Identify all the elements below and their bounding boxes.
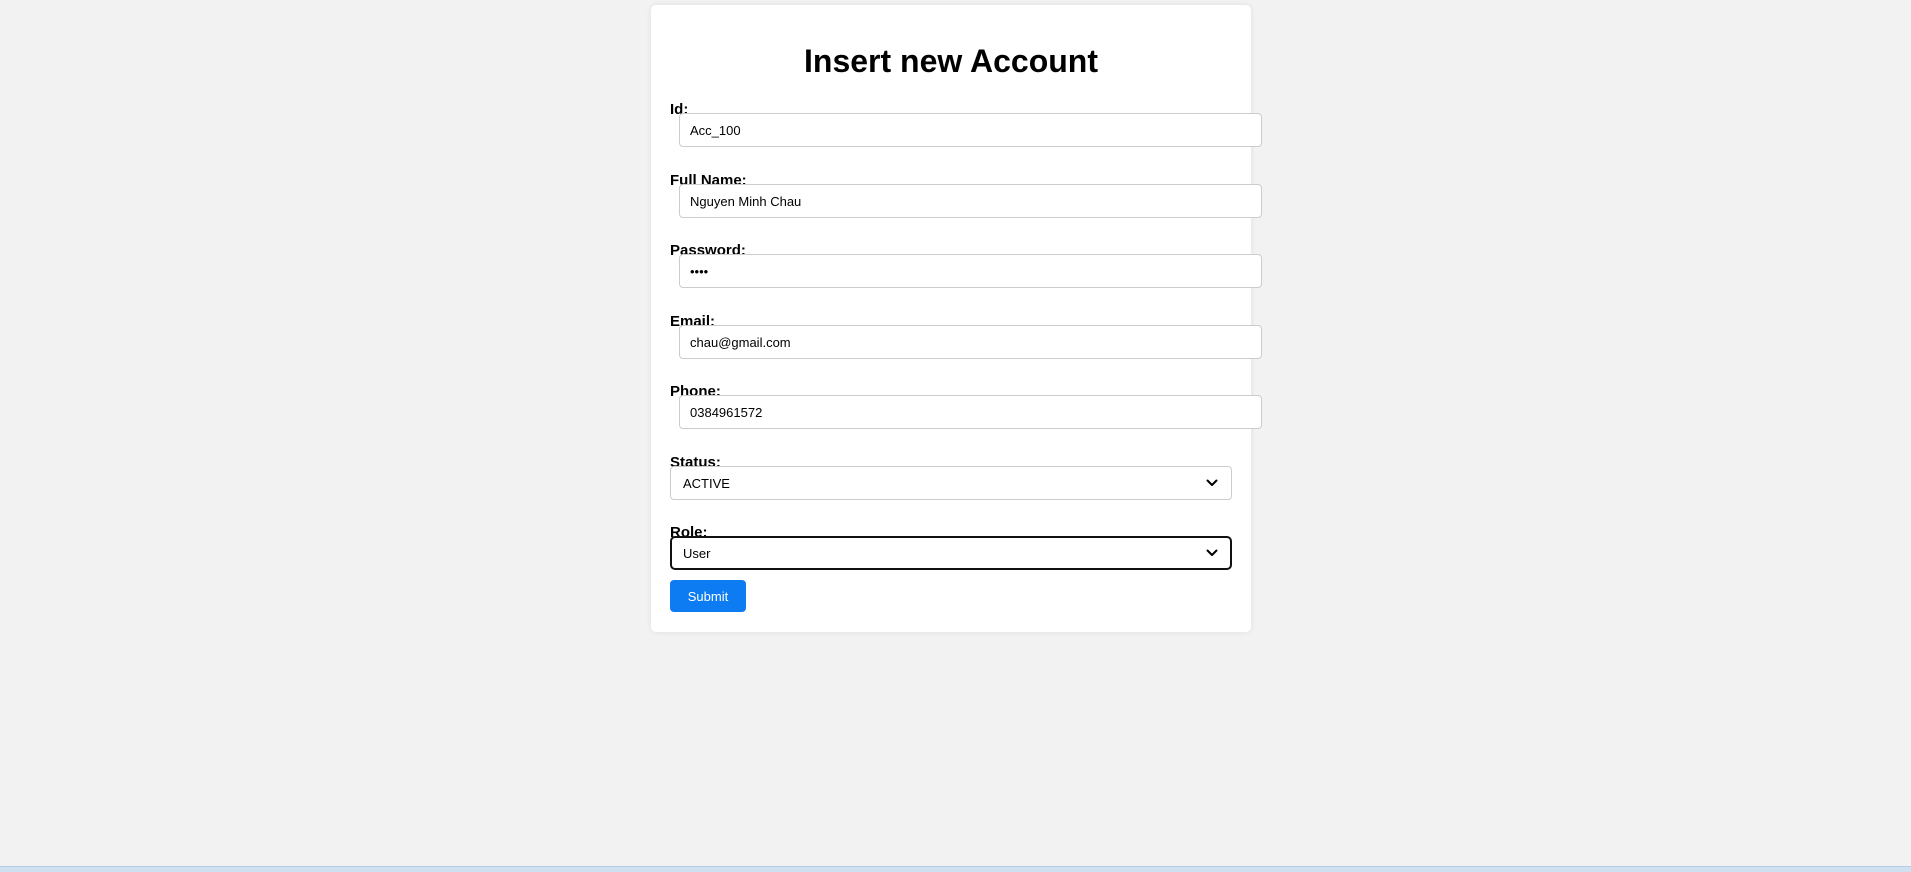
account-form-card: Insert new Account Id: Full Name: Passwo… [651,5,1262,632]
chevron-down-icon [1205,546,1219,560]
password-field[interactable] [679,254,1262,288]
email-field[interactable] [679,325,1262,359]
taskbar-edge [0,866,1911,872]
role-select[interactable]: User [670,536,1232,570]
status-select[interactable]: ACTIVE [670,466,1232,500]
page-title: Insert new Account [804,43,1098,79]
role-selected-value: User [683,545,711,561]
chevron-down-icon [1205,476,1219,490]
status-selected-value: ACTIVE [683,475,730,491]
phone-field[interactable] [679,395,1262,429]
id-field[interactable] [679,113,1262,147]
full-name-field[interactable] [679,184,1262,218]
page: Insert new Account Id: Full Name: Passwo… [0,0,1911,872]
submit-button[interactable]: Submit [670,580,746,612]
